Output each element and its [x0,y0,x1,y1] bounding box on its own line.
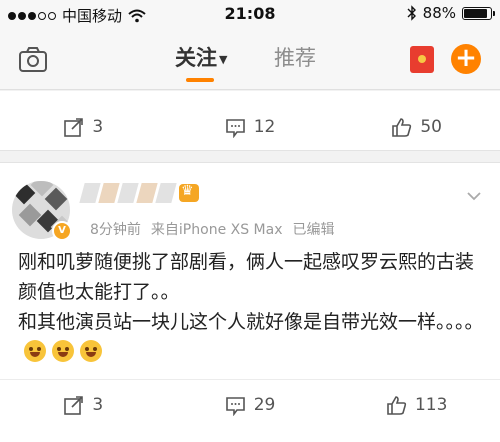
like-icon [387,395,407,415]
status-bar: 中国移动 21:08 88% [0,0,500,28]
laugh-cry-emoji [52,340,74,362]
username-blurred[interactable] [79,183,199,203]
repost-count: 3 [92,117,104,137]
vip-crown-icon [179,183,199,202]
repost-icon [64,395,84,415]
comment-button[interactable]: 29 [167,379,334,431]
status-right: 88% [407,4,495,22]
post-actions: 3 29 113 [0,379,500,431]
laugh-cry-emoji [80,340,102,362]
post-time: 8分钟前 [90,222,141,238]
caret-down-icon: ▼ [219,52,228,66]
post-text-line2: 和其他演员站一块儿这个人就好像是自带光效一样。。。。 [18,311,484,333]
previous-post-actions: 3 12 50 [0,101,500,153]
repost-count: 3 [92,395,104,415]
like-count: 50 [420,117,442,137]
post-edited: 已编辑 [292,222,335,238]
verified-badge-icon: V [52,221,72,241]
chevron-down-icon[interactable] [465,187,483,205]
post-source: 来自iPhone XS Max [150,222,283,238]
like-button[interactable]: 113 [333,379,500,431]
like-count: 113 [414,395,448,415]
laugh-cry-emoji [24,340,46,362]
post-card: V 8分钟前来自iPhone XS Max 已编辑 刚和叽萝随便挑了部剧看，俩人一… [0,162,500,442]
tab-active-indicator [186,78,214,82]
post-text: 刚和叽萝随便挑了部剧看，俩人一起感叹罗云熙的古装颜值也太能打了。。 和其他演员站… [18,247,488,367]
post-text-line2-row: 和其他演员站一块儿这个人就好像是自带光效一样。。。。 [18,307,488,367]
previous-post-card: 3 12 50 [0,91,500,151]
comment-icon [225,396,245,416]
repost-button[interactable]: 3 [0,379,167,431]
plus-icon[interactable]: + [451,44,481,74]
tab-recommend-label: 推荐 [274,46,316,70]
repost-button[interactable]: 3 [0,101,167,153]
battery-percent: 88% [422,4,456,22]
tab-recommend[interactable]: 推荐 [274,42,316,72]
comment-icon [225,118,245,138]
like-icon [392,117,412,137]
comment-count: 12 [253,117,276,137]
like-button[interactable]: 50 [333,101,500,153]
repost-icon [64,117,84,137]
red-packet-icon[interactable] [410,46,434,73]
camera-icon[interactable] [18,44,48,74]
post-meta: 8分钟前 来自iPhone XS Max 已编辑 [90,219,345,239]
tab-follow[interactable]: 关注 ▼ [175,42,227,72]
top-nav: 关注 ▼ 推荐 + [0,28,500,90]
comment-button[interactable]: 12 [167,101,334,153]
bluetooth-icon [407,5,416,21]
battery-icon [462,6,495,20]
tab-follow-label: 关注 [175,46,217,70]
comment-count: 29 [253,395,276,415]
post-text-line1: 刚和叽萝随便挑了部剧看，俩人一起感叹罗云熙的古装颜值也太能打了。。 [18,251,475,303]
